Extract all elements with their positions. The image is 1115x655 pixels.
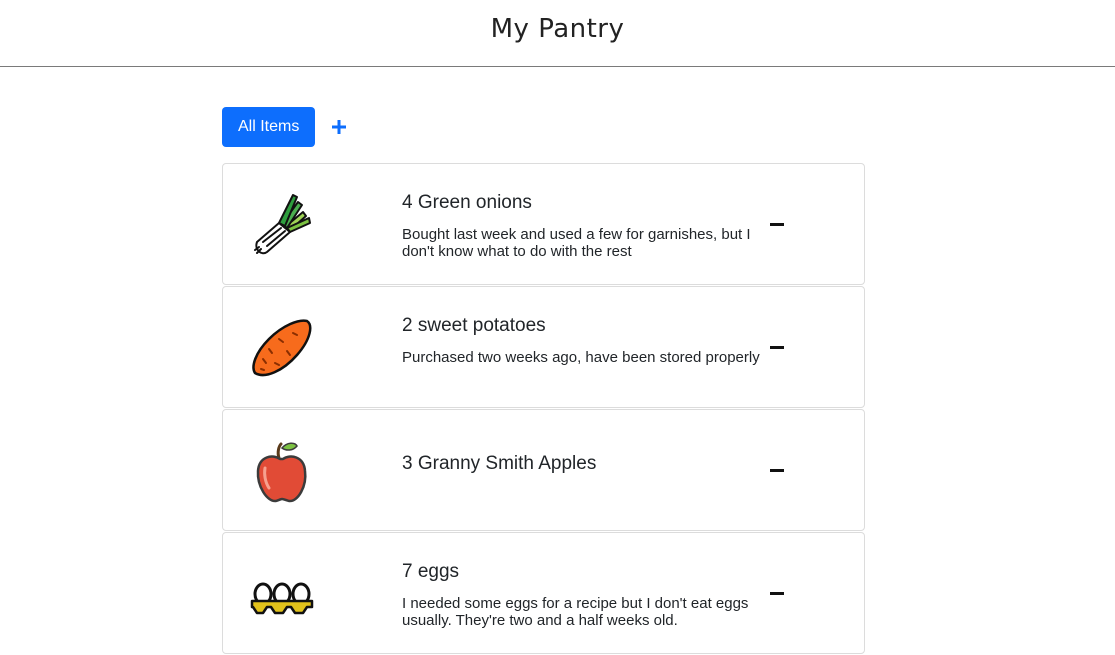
remove-item-button[interactable] xyxy=(763,337,791,357)
remove-item-button[interactable] xyxy=(763,214,791,234)
pantry-item-card: 2 sweet potatoes Purchased two weeks ago… xyxy=(222,286,865,408)
add-item-button[interactable] xyxy=(329,117,349,137)
item-title: 2 sweet potatoes xyxy=(402,315,546,336)
item-description: I needed some eggs for a recipe but I do… xyxy=(402,595,749,629)
item-description: Bought last week and used a few for garn… xyxy=(402,226,751,260)
minus-icon xyxy=(770,468,784,472)
minus-icon xyxy=(770,591,784,595)
green-onion-icon xyxy=(254,194,311,255)
pantry-item-card: 3 Granny Smith Apples xyxy=(222,409,865,531)
pantry-item-card: 4 Green onions Bought last week and used… xyxy=(222,163,865,285)
apple-icon xyxy=(256,442,307,503)
pantry-item-card: 7 eggs I needed some eggs for a recipe b… xyxy=(222,532,865,654)
item-title: 7 eggs xyxy=(402,561,460,582)
all-items-tab[interactable]: All Items xyxy=(222,107,316,147)
remove-item-button[interactable] xyxy=(763,460,791,480)
toolbar: All Items xyxy=(222,107,349,147)
minus-icon xyxy=(770,345,784,349)
remove-item-button[interactable] xyxy=(763,583,791,603)
egg-carton-icon xyxy=(250,582,314,615)
minus-icon xyxy=(770,222,784,226)
item-title: 3 Granny Smith Apples xyxy=(402,453,597,474)
item-description: Purchased two weeks ago, have been store… xyxy=(402,349,760,366)
pantry-list: 4 Green onions Bought last week and used… xyxy=(222,163,865,655)
app-header: My Pantry xyxy=(0,0,1115,67)
sweet-potato-icon xyxy=(252,319,312,377)
item-title: 4 Green onions xyxy=(402,192,532,213)
plus-icon xyxy=(332,120,347,134)
page-title: My Pantry xyxy=(490,14,625,44)
